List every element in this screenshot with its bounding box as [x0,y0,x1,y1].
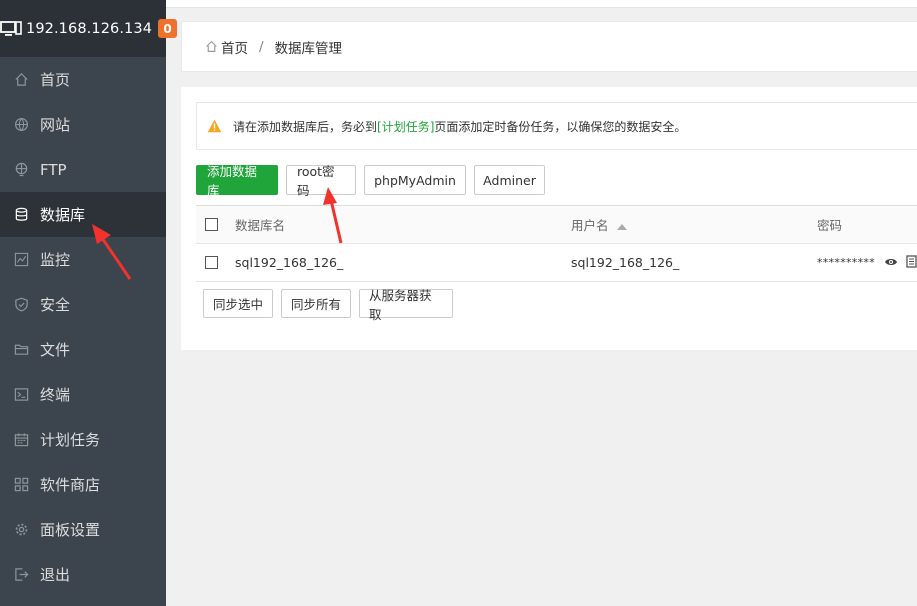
ftp-icon [13,162,29,178]
terminal-icon [13,387,29,403]
header-username-label: 用户名 [571,218,609,233]
sidebar-menu: 首页 网站 FTP 数据库 监控 安全 文件 终端 计划任务 软件商店 面板设置… [0,57,166,597]
sidebar-item-store[interactable]: 软件商店 [0,462,166,507]
gear-icon [13,522,29,538]
home-icon [205,40,218,53]
sidebar-item-label: 数据库 [40,206,86,224]
row-checkbox[interactable] [205,256,218,269]
sidebar-item-label: 监控 [40,251,71,269]
database-icon [13,207,29,223]
header-password: 密码 [817,218,843,233]
home-icon [13,72,29,88]
folder-icon [13,342,29,358]
sidebar-item-security[interactable]: 安全 [0,282,166,327]
sidebar-item-terminal[interactable]: 终端 [0,372,166,417]
sidebar-item-home[interactable]: 首页 [0,57,166,102]
top-bar [166,0,917,8]
sidebar-item-files[interactable]: 文件 [0,327,166,372]
sidebar-item-label: 安全 [40,296,71,314]
database-panel: 请在添加数据库后，务必到 [计划任务] 页面添加定时备份任务，以确保您的数据安全… [181,87,917,350]
sidebar-item-monitor[interactable]: 监控 [0,237,166,282]
sidebar-item-label: 文件 [40,341,71,359]
add-database-button[interactable]: 添加数据库 [196,164,278,198]
footer-actions: 同步选中 同步所有 从服务器获取 [203,288,453,322]
password-mask: ********** [817,256,875,269]
root-password-button[interactable]: root密码 [286,164,356,198]
sync-selected-button[interactable]: 同步选中 [203,289,273,318]
header-db-name: 数据库名 [235,218,286,233]
cell-db-name: sql192_168_126_ [235,255,344,270]
sync-all-button[interactable]: 同步所有 [281,289,351,318]
backup-warning: 请在添加数据库后，务必到 [计划任务] 页面添加定时备份任务，以确保您的数据安全… [196,102,917,150]
eye-icon[interactable] [884,255,898,270]
sidebar-item-database[interactable]: 数据库 [0,192,166,237]
grid-icon [13,477,29,493]
sidebar-item-label: 软件商店 [40,476,101,494]
sidebar-item-label: 网站 [40,116,71,134]
fetch-from-server-button[interactable]: 从服务器获取 [359,288,453,322]
sidebar-item-logout[interactable]: 退出 [0,552,166,597]
breadcrumb: 首页 / 数据库管理 [181,21,917,72]
warning-text-before: 请在添加数据库后，务必到 [233,119,378,134]
header-username[interactable]: 用户名 [571,215,627,234]
sidebar-item-cron[interactable]: 计划任务 [0,417,166,462]
cell-password: ********** [817,254,917,271]
phpmyadmin-button[interactable]: phpMyAdmin [364,165,466,195]
monitor-icon [0,20,22,38]
sidebar-item-website[interactable]: 网站 [0,102,166,147]
breadcrumb-current: 数据库管理 [274,40,343,57]
sidebar-item-label: 面板设置 [40,521,101,539]
calendar-icon [13,432,29,448]
notification-badge[interactable]: 0 [158,19,178,38]
breadcrumb-separator: / [259,38,264,55]
warning-text-after: 页面添加定时备份任务，以确保您的数据安全。 [434,119,687,134]
sidebar-item-label: 退出 [40,566,71,584]
logout-icon [13,567,29,583]
sidebar-item-label: 终端 [40,386,71,404]
breadcrumb-home[interactable]: 首页 [221,37,248,57]
globe-icon [13,117,29,133]
toolbar: 添加数据库 root密码 phpMyAdmin Adminer [196,164,545,198]
shield-icon [13,297,29,313]
table-row: sql192_168_126_ sql192_168_126_ ********… [196,244,917,282]
monitor-chart-icon [13,252,29,268]
sidebar-item-label: 首页 [40,71,71,89]
cell-username: sql192_168_126_ [571,255,680,270]
password-actions [884,254,917,271]
sidebar-item-label: FTP [40,160,67,179]
database-table: 数据库名 用户名 密码 sql192_168_126_ sql192_168_1… [196,205,917,282]
copy-icon[interactable] [906,254,917,271]
server-header: 192.168.126.134 0 [0,0,178,57]
sort-ascending-icon [616,223,627,230]
sidebar-item-settings[interactable]: 面板设置 [0,507,166,552]
sidebar-item-ftp[interactable]: FTP [0,147,166,192]
sidebar-item-label: 计划任务 [40,431,101,449]
table-header: 数据库名 用户名 密码 [196,206,917,244]
cron-link[interactable]: [计划任务] [377,118,434,135]
sidebar: 192.168.126.134 0 首页 网站 FTP 数据库 监控 安全 文件… [0,0,178,606]
select-all-checkbox[interactable] [205,218,218,231]
server-ip: 192.168.126.134 [26,20,153,37]
adminer-button[interactable]: Adminer [474,165,545,195]
warning-icon [207,119,222,133]
